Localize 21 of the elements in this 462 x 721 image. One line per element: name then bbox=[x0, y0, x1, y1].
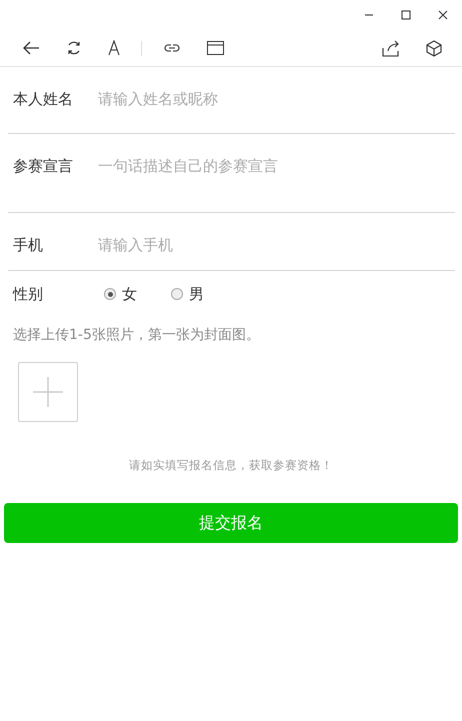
plus-icon bbox=[32, 376, 64, 408]
back-icon[interactable] bbox=[22, 41, 40, 55]
upload-hint: 选择上传1-5张照片，第一张为封面图。 bbox=[12, 326, 261, 344]
close-icon[interactable] bbox=[438, 10, 448, 20]
field-label: 性别 bbox=[12, 284, 44, 304]
input-field[interactable]: 一句话描述自己的参赛宣言 bbox=[98, 156, 455, 196]
maximize-icon[interactable] bbox=[401, 10, 411, 20]
input-field[interactable]: 请输入手机 bbox=[98, 235, 455, 255]
share-icon[interactable] bbox=[382, 40, 400, 56]
window-icon[interactable] bbox=[207, 41, 224, 55]
link-icon[interactable] bbox=[163, 43, 181, 53]
radio-option[interactable]: 女 bbox=[104, 284, 137, 304]
radio-option[interactable]: 男 bbox=[171, 284, 204, 304]
field-label: 参赛宣言 bbox=[12, 156, 74, 176]
notice-text: 请如实填写报名信息，获取参赛资格！ bbox=[128, 458, 334, 473]
cube-icon[interactable] bbox=[426, 40, 442, 56]
input-field[interactable]: 请输入姓名或昵称 bbox=[98, 89, 455, 109]
field-label: 手机 bbox=[12, 235, 44, 255]
font-icon[interactable] bbox=[108, 40, 120, 56]
refresh-icon[interactable] bbox=[66, 40, 82, 56]
field-label: 本人姓名 bbox=[12, 89, 74, 109]
